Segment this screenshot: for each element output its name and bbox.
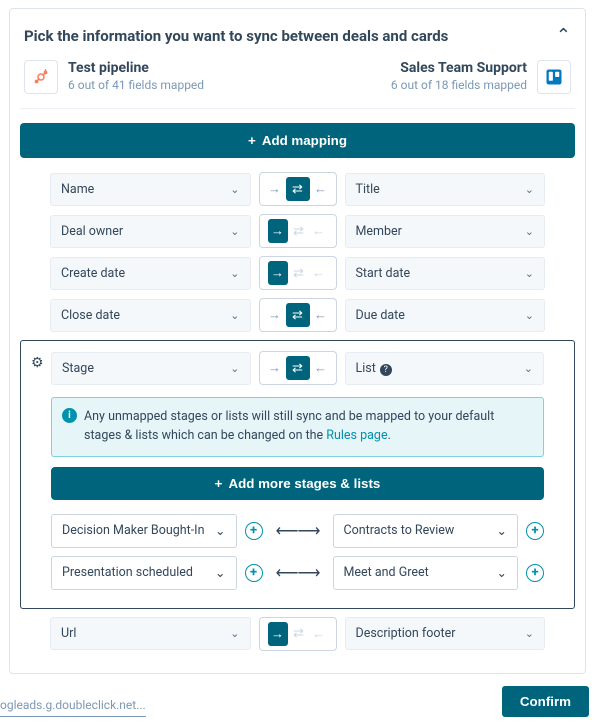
arrow-right-icon: → (266, 307, 284, 323)
arrow-right-icon: → (268, 261, 288, 285)
add-left-button[interactable]: + (245, 564, 263, 582)
tail-left-select[interactable]: Url ⌄ (50, 617, 251, 650)
swap-icon: ⇄ (286, 303, 310, 327)
direction-toggle[interactable]: →⇄← (259, 214, 337, 248)
rules-page-link[interactable]: Rules page (326, 428, 387, 443)
hubspot-icon (24, 60, 58, 94)
direction-toggle[interactable]: →⇄← (259, 256, 337, 290)
mapping-right-select[interactable]: Due date⌄ (345, 299, 546, 332)
plus-icon: + (215, 476, 223, 491)
mapping-right-select[interactable]: Member⌄ (345, 215, 546, 248)
add-mapping-button[interactable]: + Add mapping (20, 123, 575, 158)
chevron-down-icon: ⌄ (230, 267, 239, 280)
mapping-left-select[interactable]: Close date⌄ (50, 299, 251, 332)
info-icon: i (62, 408, 77, 423)
chevron-down-icon: ⌄ (525, 267, 534, 280)
chevron-down-icon: ⌄ (215, 565, 225, 581)
swap-icon: ⇄ (290, 224, 308, 239)
page-title: Pick the information you want to sync be… (24, 27, 448, 45)
add-stages-button[interactable]: + Add more stages & lists (51, 467, 544, 500)
mapping-right-select[interactable]: Title⌄ (345, 173, 546, 206)
chevron-down-icon: ⌄ (497, 565, 507, 581)
arrow-left-icon: ← (312, 181, 330, 197)
stage-left-select[interactable]: Stage ⌄ (51, 352, 251, 385)
stage-sub-right-select[interactable]: Contracts to Review⌄ (333, 514, 519, 548)
left-source-name: Test pipeline (68, 60, 204, 76)
arrow-left-icon: ← (312, 307, 330, 323)
arrow-left-icon: ← (310, 223, 328, 239)
chevron-down-icon: ⌄ (524, 362, 533, 375)
help-icon[interactable]: ? (380, 364, 392, 376)
stage-sub-right-select[interactable]: Meet and Greet⌄ (333, 556, 519, 590)
chevron-down-icon: ⌄ (230, 183, 239, 196)
right-source-sub: 6 out of 18 fields mapped (391, 78, 527, 92)
swap-icon: ⇄ (290, 626, 308, 641)
arrow-right-icon: → (266, 181, 284, 197)
swap-icon: ⇄ (286, 177, 310, 201)
arrow-right-icon: → (268, 219, 288, 243)
stage-right-select[interactable]: List? ⌄ (345, 352, 545, 385)
add-left-button[interactable]: + (245, 522, 263, 540)
arrow-left-icon: ← (310, 265, 328, 281)
direction-toggle[interactable]: → ⇄ ← (259, 617, 337, 651)
add-right-button[interactable]: + (526, 522, 544, 540)
plus-icon: + (248, 133, 256, 148)
stage-sub-left-select[interactable]: Presentation scheduled⌄ (51, 556, 237, 590)
chevron-down-icon: ⌄ (525, 183, 534, 196)
right-source-name: Sales Team Support (391, 60, 527, 76)
arrow-right-icon: → (266, 360, 284, 376)
direction-toggle[interactable]: →⇄← (259, 172, 337, 206)
arrow-right-icon: → (268, 622, 288, 646)
swap-icon: ⇄ (290, 266, 308, 281)
chevron-down-icon: ⌄ (230, 627, 239, 640)
double-arrow-icon: ⟵⟶ (271, 563, 325, 582)
chevron-down-icon: ⌄ (230, 362, 239, 375)
chevron-down-icon: ⌄ (230, 309, 239, 322)
tail-right-select[interactable]: Description footer ⌄ (345, 617, 546, 650)
chevron-down-icon: ⌄ (525, 309, 534, 322)
left-source-sub: 6 out of 41 fields mapped (68, 78, 204, 92)
swap-icon: ⇄ (286, 356, 310, 380)
arrow-left-icon: ← (310, 626, 328, 642)
chevron-down-icon: ⌄ (525, 627, 534, 640)
double-arrow-icon: ⟵⟶ (271, 521, 325, 540)
arrow-left-icon: ← (312, 360, 330, 376)
direction-toggle[interactable]: →⇄← (259, 298, 337, 332)
mapping-left-select[interactable]: Name⌄ (50, 173, 251, 206)
chevron-down-icon: ⌄ (230, 225, 239, 238)
status-bar-text: ogleads.g.doubleclick.net... (0, 694, 146, 717)
add-right-button[interactable]: + (526, 564, 544, 582)
trello-icon (537, 60, 571, 94)
gear-icon[interactable]: ⚙ (31, 355, 44, 371)
mapping-left-select[interactable]: Deal owner⌄ (50, 215, 251, 248)
stage-sub-left-select[interactable]: Decision Maker Bought-In⌄ (51, 514, 237, 548)
collapse-icon[interactable]: ⌃ (556, 25, 571, 46)
chevron-down-icon: ⌄ (497, 523, 507, 539)
mapping-left-select[interactable]: Create date⌄ (50, 257, 251, 290)
confirm-button[interactable]: Confirm (502, 686, 589, 717)
chevron-down-icon: ⌄ (525, 225, 534, 238)
mapping-right-select[interactable]: Start date⌄ (345, 257, 546, 290)
info-banner: i Any unmapped stages or lists will stil… (51, 397, 544, 457)
chevron-down-icon: ⌄ (215, 523, 225, 539)
direction-toggle[interactable]: → ⇄ ← (259, 351, 337, 385)
